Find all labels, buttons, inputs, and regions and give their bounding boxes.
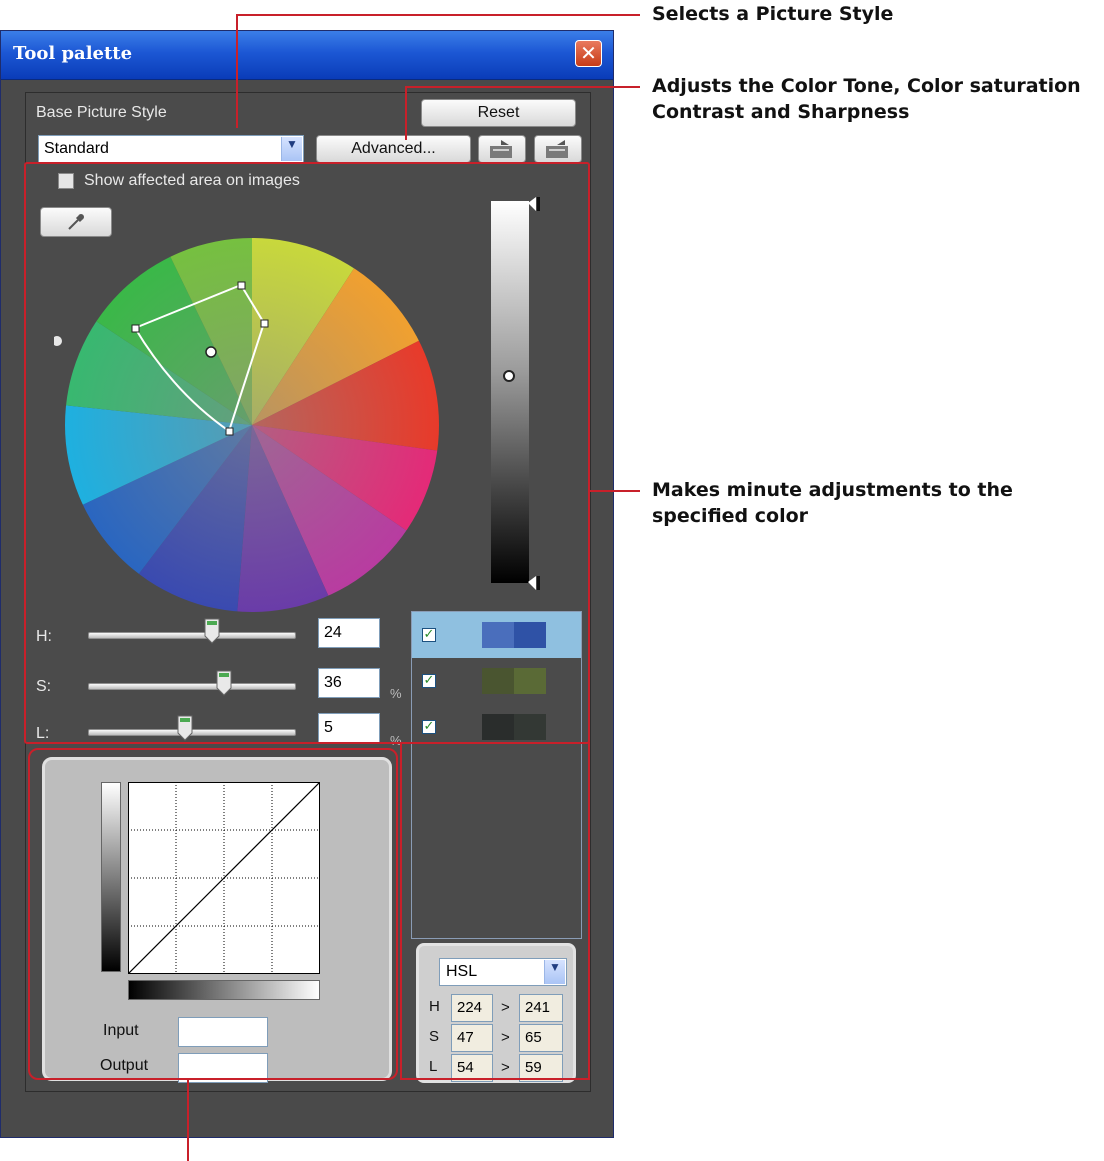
picture-style-panel: Base Picture Style Reset Standard ▼ Adva… xyxy=(25,92,591,1092)
show-affected-checkbox[interactable] xyxy=(58,173,74,189)
color-before-swatch xyxy=(482,668,514,694)
hsl-to-value: 59 xyxy=(519,1054,563,1082)
selected-colors-list: ✓ ✓ ✓ xyxy=(411,611,582,939)
annotation-line xyxy=(236,14,238,128)
annotation-advanced-line1: Adjusts the Color Tone, Color saturation xyxy=(652,75,1081,97)
hsl-row-label: L xyxy=(429,1058,438,1075)
l-unit: % xyxy=(390,733,402,748)
close-button[interactable]: ✕ xyxy=(575,40,602,67)
annotation-line xyxy=(236,14,640,16)
picture-style-value: Standard xyxy=(44,140,109,157)
annotation-line xyxy=(405,86,640,88)
color-after-swatch xyxy=(514,622,546,648)
color-wheel-hues xyxy=(65,238,439,612)
close-icon: ✕ xyxy=(580,41,597,65)
luminance-bar[interactable] xyxy=(491,201,529,583)
s-unit: % xyxy=(390,686,402,701)
hue-range-dot[interactable] xyxy=(54,336,62,346)
output-label: Output xyxy=(100,1057,149,1074)
annotation-line xyxy=(187,1080,189,1161)
selection-center[interactable] xyxy=(205,346,217,358)
color-before-swatch xyxy=(482,714,514,740)
color-item-checkbox[interactable]: ✓ xyxy=(422,674,436,688)
input-field[interactable] xyxy=(178,1017,268,1047)
selection-handle[interactable] xyxy=(131,324,140,333)
output-field[interactable] xyxy=(178,1053,268,1083)
selection-handle[interactable] xyxy=(237,281,246,290)
tone-curve-graph[interactable] xyxy=(128,782,320,974)
color-item-checkbox[interactable]: ✓ xyxy=(422,720,436,734)
h-value-field[interactable]: 24 xyxy=(318,618,380,648)
s-value-field[interactable]: 36 xyxy=(318,668,380,698)
hsl-from-value: 47 xyxy=(451,1024,493,1052)
color-before-swatch xyxy=(482,622,514,648)
advanced-button[interactable]: Advanced... xyxy=(316,135,471,163)
hsl-arrow: > xyxy=(501,999,510,1016)
annotation-minute-line1: Makes minute adjustments to the xyxy=(652,479,1013,501)
color-item-checkbox[interactable]: ✓ xyxy=(422,628,436,642)
tool-palette-window: Tool palette ✕ Base Picture Style Reset … xyxy=(0,30,614,1138)
annotation-picture-style: Selects a Picture Style xyxy=(652,3,894,25)
s-slider[interactable] xyxy=(88,683,296,690)
output-gradient-bar xyxy=(101,782,121,972)
hsl-arrow: > xyxy=(501,1029,510,1046)
window-content: Base Picture Style Reset Standard ▼ Adva… xyxy=(1,80,613,1137)
l-value-field[interactable]: 5 xyxy=(318,713,380,743)
base-picture-style-label: Base Picture Style xyxy=(36,104,167,121)
color-list-item[interactable]: ✓ xyxy=(412,658,581,704)
annotation-line xyxy=(405,86,407,140)
color-after-swatch xyxy=(514,714,546,740)
open-style-button[interactable] xyxy=(478,135,526,163)
selection-handle[interactable] xyxy=(225,427,234,436)
l-slider-thumb[interactable] xyxy=(177,715,193,741)
eyedropper-icon xyxy=(68,214,84,230)
reset-button[interactable]: Reset xyxy=(421,99,576,127)
chevron-down-icon: ▼ xyxy=(544,960,565,984)
color-mode-value: HSL xyxy=(446,963,478,980)
window-title: Tool palette xyxy=(13,43,133,64)
selection-handle[interactable] xyxy=(260,319,269,328)
hsl-row-label: S xyxy=(429,1028,440,1045)
tone-curve-panel: Input Output xyxy=(42,757,392,1083)
annotation-advanced-line2: Contrast and Sharpness xyxy=(652,101,910,123)
color-after-swatch xyxy=(514,668,546,694)
h-label: H: xyxy=(36,628,52,645)
color-mode-select[interactable]: HSL ▼ xyxy=(439,958,567,986)
hsl-to-value: 241 xyxy=(519,994,563,1022)
color-wheel[interactable] xyxy=(54,233,444,653)
color-list-item[interactable]: ✓ xyxy=(412,704,581,750)
l-label: L: xyxy=(36,725,50,742)
hsl-from-value: 54 xyxy=(451,1054,493,1082)
save-file-icon xyxy=(546,140,568,158)
input-gradient-bar xyxy=(128,980,320,1000)
hsl-to-value: 65 xyxy=(519,1024,563,1052)
hsl-arrow: > xyxy=(501,1059,510,1076)
input-label: Input xyxy=(103,1022,139,1039)
hsl-row-label: H xyxy=(429,998,440,1015)
color-list-item[interactable]: ✓ xyxy=(412,612,581,658)
hsl-from-value: 224 xyxy=(451,994,493,1022)
save-style-button[interactable] xyxy=(534,135,582,163)
show-affected-label: Show affected area on images xyxy=(84,172,300,189)
annotation-minute-line2: specified color xyxy=(652,505,809,527)
open-file-icon xyxy=(490,140,512,158)
annotation-line xyxy=(590,490,640,492)
luminance-bottom-marker[interactable] xyxy=(528,576,542,590)
picture-style-select[interactable]: Standard ▼ xyxy=(38,135,304,163)
hsl-readout-panel: HSL ▼ H 224 >241 S 47 >65 L 54 >59 xyxy=(416,943,576,1083)
s-label: S: xyxy=(36,678,52,695)
h-slider-thumb[interactable] xyxy=(204,618,220,644)
h-slider[interactable] xyxy=(88,632,296,639)
luminance-center-dot[interactable] xyxy=(503,370,515,382)
chevron-down-icon: ▼ xyxy=(281,137,302,161)
s-slider-thumb[interactable] xyxy=(216,670,232,696)
title-bar[interactable]: Tool palette ✕ xyxy=(1,31,613,80)
luminance-top-marker[interactable] xyxy=(528,197,542,211)
